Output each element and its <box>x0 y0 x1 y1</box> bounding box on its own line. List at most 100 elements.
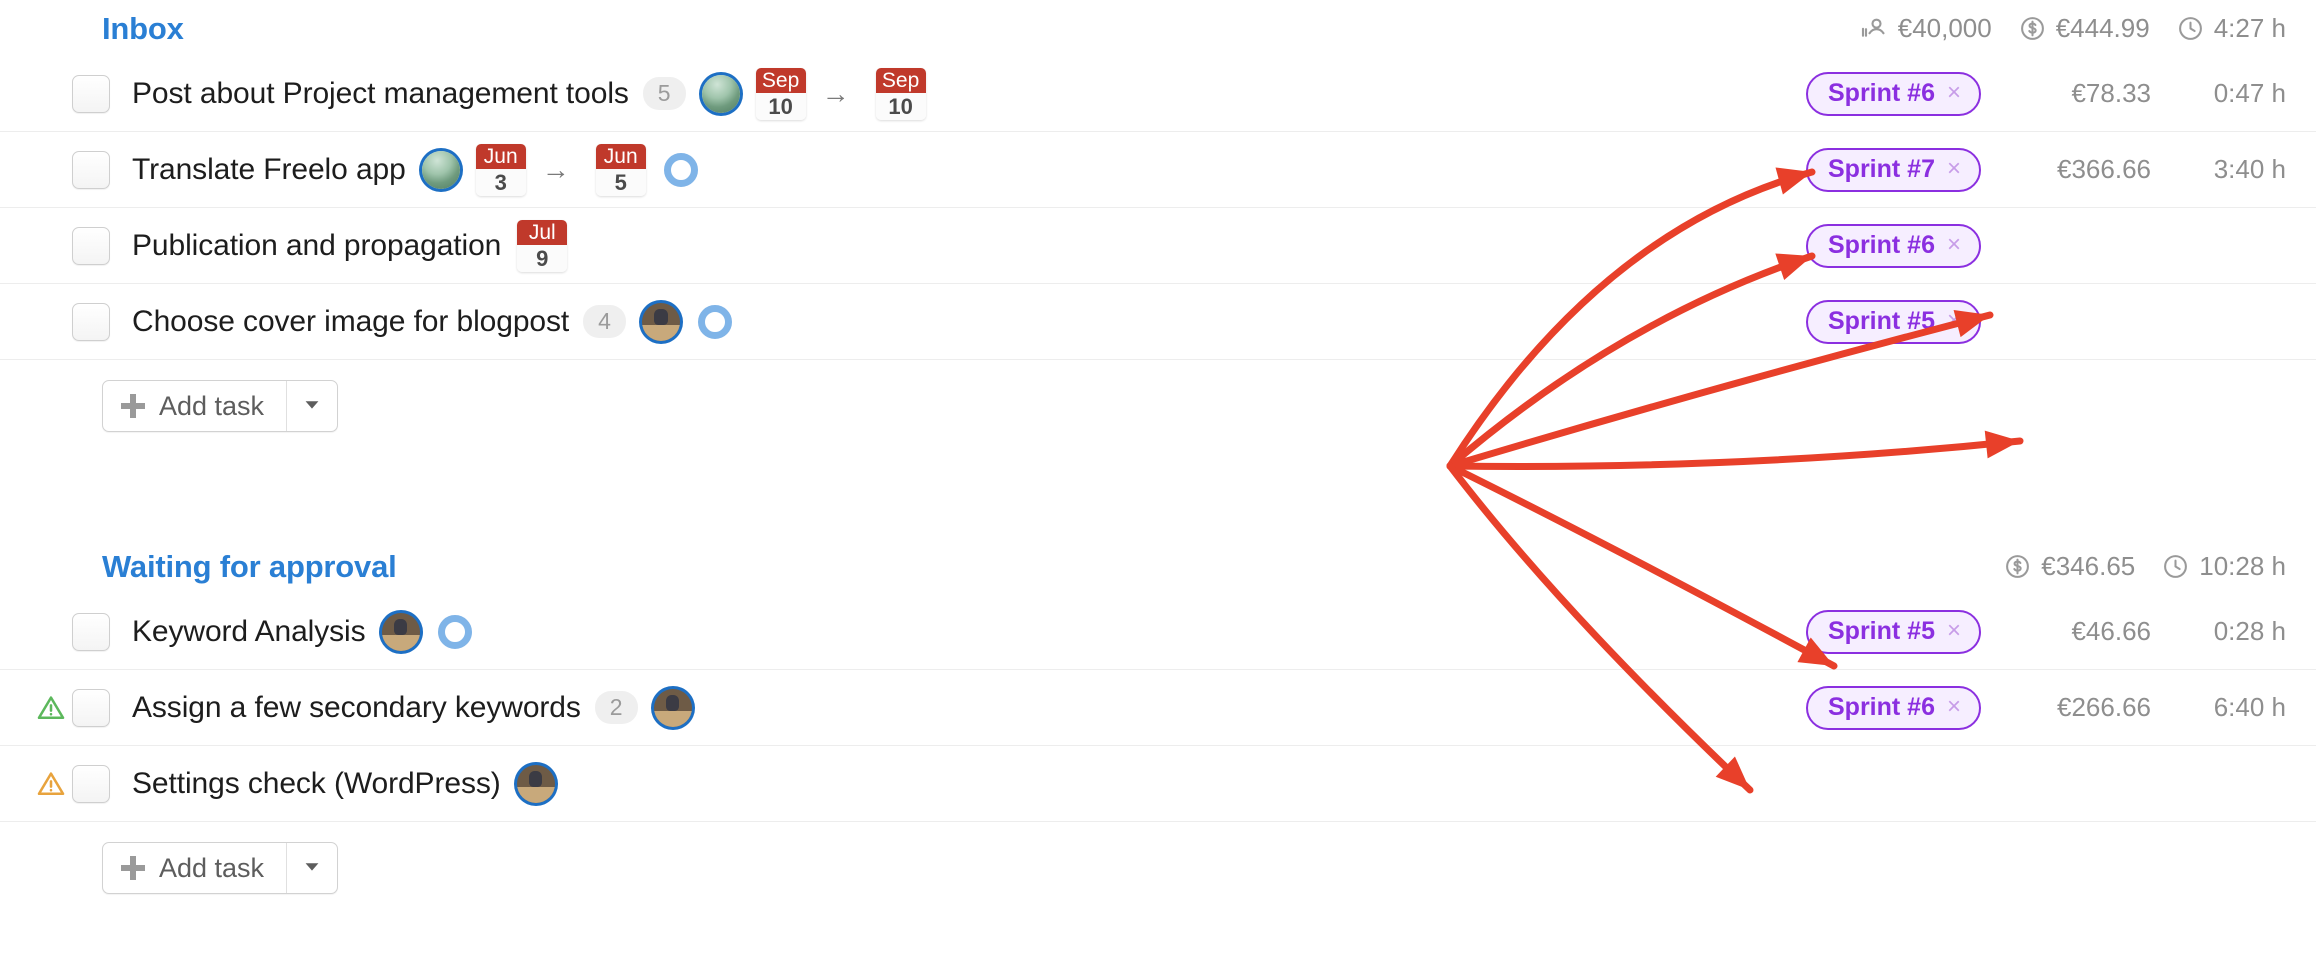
add-task-dropdown[interactable] <box>287 843 337 893</box>
avatar[interactable] <box>421 150 460 189</box>
section-stat-value: 4:27 h <box>2213 12 2286 43</box>
date-badge-day: 10 <box>755 92 806 120</box>
due-date-group: Jun 3 → Jun 5 <box>460 143 646 196</box>
due-date-group: Sep 10 → Sep 10 <box>740 67 926 120</box>
start-timer-icon[interactable] <box>663 152 698 187</box>
row-left: Choose cover image for blogpost 4 <box>0 302 1721 341</box>
row-left: Assign a few secondary keywords 2 <box>0 688 1721 727</box>
sprint-tag-cell: Sprint #6 × <box>1721 223 1981 268</box>
sprint-tag-remove-icon[interactable]: × <box>1947 157 1961 181</box>
table-row[interactable]: Settings check (WordPress) <box>0 746 2316 822</box>
dollar-circle-icon <box>2018 14 2047 43</box>
task-checkbox[interactable] <box>72 302 110 341</box>
chevron-down-icon <box>301 855 323 882</box>
add-task-main[interactable]: Add task <box>103 843 286 893</box>
section-title[interactable]: Waiting for approval <box>102 551 397 582</box>
task-name[interactable]: Translate Freelo app <box>132 153 406 187</box>
section-stat: €444.99 <box>2018 13 2150 44</box>
task-time: 6:40 h <box>2213 692 2286 722</box>
warning-triangle-green-icon[interactable] <box>35 692 67 724</box>
sprint-tag[interactable]: Sprint #6 × <box>1806 223 1981 268</box>
sprint-tag-label: Sprint #5 <box>1828 616 1935 645</box>
start-timer-icon[interactable] <box>697 304 732 339</box>
task-name[interactable]: Settings check (WordPress) <box>132 767 501 801</box>
task-checkbox[interactable] <box>72 150 110 189</box>
task-name[interactable]: Post about Project management tools <box>132 77 629 111</box>
date-badge-month: Jun <box>595 143 646 169</box>
plus-icon <box>121 856 145 880</box>
table-row[interactable]: Choose cover image for blogpost 4 Sprint #… <box>0 284 2316 360</box>
sprint-tag-remove-icon[interactable]: × <box>1947 619 1961 643</box>
date-badge[interactable]: Sep 10 <box>875 67 926 120</box>
task-time: 3:40 h <box>2213 154 2286 184</box>
task-name[interactable]: Publication and propagation <box>132 229 501 263</box>
task-board: Inbox €40,000 €444.99 4:27 h Post about Proj… <box>0 0 2316 980</box>
sprint-tag-label: Sprint #6 <box>1828 692 1935 721</box>
avatar[interactable] <box>701 74 740 113</box>
add-task-dropdown[interactable] <box>287 381 337 431</box>
date-range-arrow-icon: → <box>541 153 570 185</box>
row-right: Sprint #6 × <box>1721 223 2316 268</box>
task-time: 0:28 h <box>2213 616 2286 646</box>
sprint-tag[interactable]: Sprint #5 × <box>1806 609 1981 654</box>
start-timer-icon[interactable] <box>437 614 472 649</box>
section-title[interactable]: Inbox <box>102 13 184 44</box>
task-price: €366.66 <box>2057 154 2151 184</box>
task-name[interactable]: Keyword Analysis <box>132 615 366 649</box>
avatar[interactable] <box>381 612 420 651</box>
row-right: Sprint #5 × €46.66 0:28 h <box>1721 609 2316 654</box>
add-task-button[interactable]: Add task <box>102 842 339 894</box>
row-right: Sprint #6 × €78.33 0:47 h <box>1721 71 2316 116</box>
row-left: Settings check (WordPress) <box>0 764 1721 803</box>
sprint-tag[interactable]: Sprint #6 × <box>1806 685 1981 730</box>
table-row[interactable]: Translate Freelo app Jun 3 → Jun 5 Sprint #7 × €… <box>0 132 2316 208</box>
sprint-tag-remove-icon[interactable]: × <box>1947 233 1961 257</box>
warning-triangle-orange-icon[interactable] <box>35 768 67 800</box>
sprint-tag[interactable]: Sprint #6 × <box>1806 71 1981 116</box>
sprint-tag[interactable]: Sprint #5 × <box>1806 299 1981 344</box>
table-row[interactable]: Assign a few secondary keywords 2 Sprint #… <box>0 670 2316 746</box>
sprint-tag-cell: Sprint #5 × <box>1721 609 1981 654</box>
add-task-main[interactable]: Add task <box>103 381 286 431</box>
budget-icon <box>1859 13 1889 43</box>
task-checkbox[interactable] <box>72 226 110 265</box>
date-badge[interactable]: Jun 5 <box>595 143 646 196</box>
add-task-button[interactable]: Add task <box>102 380 339 432</box>
task-checkbox[interactable] <box>72 74 110 113</box>
task-name[interactable]: Assign a few secondary keywords <box>132 691 581 725</box>
date-badge[interactable]: Jun 3 <box>475 143 526 196</box>
comment-count-badge[interactable]: 4 <box>583 305 626 338</box>
section-stat-value: €444.99 <box>2055 12 2150 43</box>
avatar[interactable] <box>641 302 680 341</box>
task-section: Waiting for approval €346.65 10:28 h Keywor… <box>0 538 2316 908</box>
task-checkbox[interactable] <box>72 612 110 651</box>
sprint-tag-remove-icon[interactable]: × <box>1947 81 1961 105</box>
chevron-down-icon <box>301 393 323 420</box>
task-checkbox[interactable] <box>72 764 110 803</box>
date-badge-day: 10 <box>875 92 926 120</box>
comment-count-badge[interactable]: 2 <box>594 691 638 724</box>
date-badge[interactable]: Jul 9 <box>517 219 568 272</box>
sprint-tag-remove-icon[interactable]: × <box>1947 309 1961 333</box>
comment-count-badge[interactable]: 5 <box>642 77 686 110</box>
date-badge-day: 5 <box>595 168 646 196</box>
section-stat: 4:27 h <box>2176 13 2286 44</box>
avatar[interactable] <box>653 688 692 727</box>
alert-slot <box>30 692 72 724</box>
date-badge-day: 9 <box>517 244 568 272</box>
avatar[interactable] <box>516 764 555 803</box>
sprint-tag[interactable]: Sprint #7 × <box>1806 147 1981 192</box>
add-task-label: Add task <box>159 390 265 421</box>
task-checkbox[interactable] <box>72 688 110 727</box>
section-stats: €40,000 €444.99 4:27 h <box>1859 13 2286 44</box>
sprint-tag-remove-icon[interactable]: × <box>1947 695 1961 719</box>
table-row[interactable]: Keyword Analysis Sprint #5 × €46.66 0:28 h <box>0 594 2316 670</box>
date-badge[interactable]: Sep 10 <box>755 67 806 120</box>
task-name[interactable]: Choose cover image for blogpost <box>132 305 569 339</box>
table-row[interactable]: Publication and propagation Jul 9 Sprint #6… <box>0 208 2316 284</box>
task-time: 0:47 h <box>2213 78 2286 108</box>
due-date-group: Jul 9 <box>501 219 568 272</box>
table-row[interactable]: Post about Project management tools 5 Sep 1… <box>0 56 2316 132</box>
sprint-tag-cell: Sprint #5 × <box>1721 299 1981 344</box>
